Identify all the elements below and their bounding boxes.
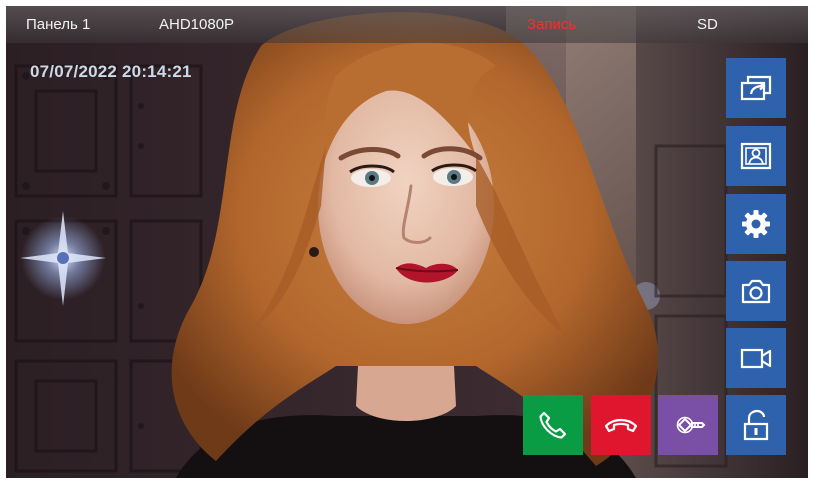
gallery-button[interactable]: [726, 126, 786, 186]
phone-answer-icon: [539, 411, 567, 439]
switch-view-icon: [740, 75, 772, 101]
switch-view-button[interactable]: [726, 58, 786, 118]
answer-call-button[interactable]: [523, 395, 583, 455]
intercom-screen: Панель 1 AHD1080P Запись SD 07/07/2022 2…: [6, 6, 808, 478]
video-camera-icon: [740, 348, 772, 369]
snapshot-button[interactable]: [726, 261, 786, 321]
hangup-call-button[interactable]: [591, 395, 651, 455]
record-video-button[interactable]: [726, 328, 786, 388]
unlock-icon: [743, 409, 769, 441]
status-bar: Панель 1 AHD1080P Запись SD: [6, 6, 808, 43]
storage-label: SD: [697, 16, 718, 33]
panel-label: Панель 1: [26, 16, 91, 33]
recording-indicator: Запись: [527, 16, 577, 33]
gear-icon: [742, 210, 770, 238]
phone-hangup-icon: [604, 418, 638, 433]
photo-gallery-icon: [740, 142, 772, 170]
settings-button[interactable]: [726, 194, 786, 254]
datetime-overlay: 07/07/2022 20:14:21: [30, 62, 192, 81]
camera-mode-label: AHD1080P: [159, 16, 235, 33]
key-icon: [676, 416, 706, 434]
camera-icon: [741, 279, 771, 304]
key-button[interactable]: [658, 395, 718, 455]
unlock-button[interactable]: [726, 395, 786, 455]
